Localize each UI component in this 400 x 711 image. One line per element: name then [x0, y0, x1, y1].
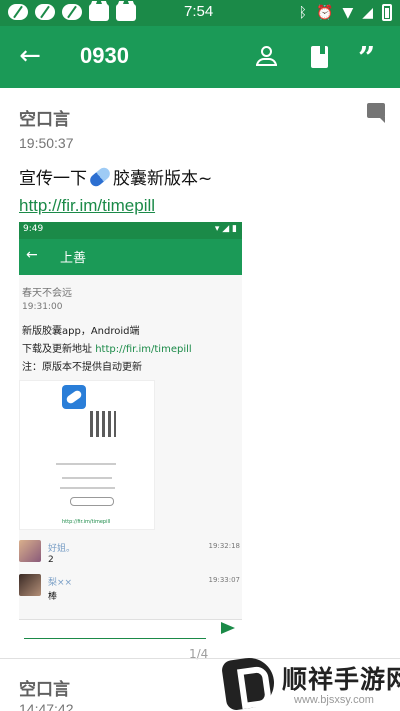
watermark-logo-icon [220, 654, 278, 711]
image-comment-text: 棒 [48, 592, 58, 602]
person-icon[interactable] [253, 43, 281, 71]
send-icon[interactable] [220, 620, 236, 636]
app-toolbar: ← 0930 ” [0, 26, 400, 88]
post-time: 19:50:37 [19, 135, 74, 151]
status-bar: 7:54 ᛒ ⏰ ▼ ◢ [0, 0, 400, 26]
image-back-icon: ← [26, 247, 38, 263]
app-logo-icon [62, 385, 86, 409]
signal-icon: ◢ [362, 4, 373, 21]
notebook-icon[interactable] [305, 43, 333, 71]
pill-notification-icon [62, 4, 82, 20]
alarm-icon: ⏰ [316, 4, 334, 21]
image-text-line: 新版胶囊app，Android端 [22, 326, 140, 337]
watermark-text: 顺祥手游网 [282, 665, 400, 694]
watermark-url: www.bjsxsy.com [294, 694, 374, 706]
image-status-bar: 9:49 ▾ ◢ ▮ [19, 222, 242, 239]
next-post-author[interactable]: 空口言 [19, 675, 70, 700]
image-status-icons: ▾ ◢ ▮ [214, 224, 237, 234]
avatar [19, 574, 41, 596]
image-author: 春天不会远 [22, 288, 72, 299]
image-comment-name: 梨×× [48, 578, 73, 588]
image-comment-text: 2 [48, 555, 54, 565]
cat-notification-icon [89, 4, 109, 21]
image-toolbar: ← 上善 [19, 239, 242, 275]
next-post-time: 14:47:42 [19, 701, 74, 711]
image-comment-name: 好姐。 [48, 544, 76, 554]
nested-app-image: http://fir.im/timepill [19, 380, 155, 530]
placeholder-line [62, 477, 112, 479]
page-title: 0930 [80, 43, 129, 68]
pill-emoji-icon [87, 165, 113, 189]
pill-notification-icon [35, 4, 55, 20]
image-text-prefix: 下载及更新地址 [22, 344, 96, 355]
quote-icon[interactable]: ” [358, 43, 386, 75]
notification-icons [8, 4, 136, 21]
image-comment-time: 19:33:07 [208, 576, 240, 584]
qr-code-icon [90, 411, 116, 437]
image-comment: 好姐。 2 19:32:18 [19, 540, 242, 570]
image-title: 上善 [60, 251, 87, 266]
image-link: http://fir.im/timepill [95, 344, 192, 355]
comment-icon[interactable] [367, 103, 385, 123]
back-arrow-icon[interactable]: ← [14, 41, 46, 73]
image-text-line: 注：原版本不提供自动更新 [22, 362, 142, 373]
post-link[interactable]: http://fir.im/timepill [19, 196, 155, 216]
post-image[interactable]: 9:49 ▾ ◢ ▮ ← 上善 春天不会远 19:31:00 新版胶囊app，A… [19, 222, 242, 620]
image-time: 19:31:00 [22, 302, 63, 312]
image-comment-time: 19:32:18 [208, 542, 240, 550]
image-status-time: 9:49 [23, 224, 44, 234]
post-author[interactable]: 空口言 [19, 105, 70, 130]
nested-button-shape [70, 497, 114, 506]
cat-notification-icon [116, 4, 136, 21]
image-text-line: 下载及更新地址 http://fir.im/timepill [22, 340, 192, 355]
avatar [19, 540, 41, 562]
placeholder-line [56, 463, 116, 465]
site-watermark: 顺祥手游网 www.bjsxsy.com [210, 654, 400, 711]
placeholder-line [60, 487, 115, 489]
comment-input[interactable] [24, 638, 206, 639]
post-content-after: 胶囊新版本~ [113, 169, 213, 189]
system-icons: ᛒ ⏰ ▼ ◢ [299, 4, 392, 21]
post-content-before: 宣传一下 [19, 169, 87, 189]
wifi-icon: ▼ [342, 4, 354, 21]
pill-notification-icon [8, 4, 28, 20]
status-time: 7:54 [184, 3, 214, 20]
post-content: 宣传一下 胶囊新版本~ [19, 164, 212, 189]
bluetooth-icon: ᛒ [298, 4, 307, 21]
battery-icon [382, 4, 392, 21]
nested-url: http://fir.im/timepill [62, 519, 111, 525]
image-comment: 梨×× 棒 19:33:07 [19, 574, 242, 604]
